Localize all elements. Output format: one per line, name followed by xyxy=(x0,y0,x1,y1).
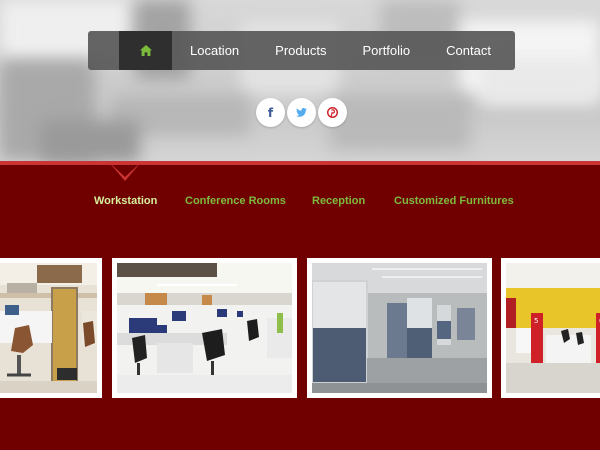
gallery-card-workstation[interactable] xyxy=(0,258,102,398)
section-notch xyxy=(108,161,142,181)
tab-workstation[interactable]: Workstation xyxy=(94,195,157,207)
gallery-card-reception[interactable]: 5 6 xyxy=(501,258,600,398)
tab-customized-furnitures[interactable]: Customized Furnitures xyxy=(394,195,514,207)
gallery-card-open-office[interactable] xyxy=(112,258,297,398)
open-office-photo xyxy=(117,263,292,393)
tab-conference-rooms[interactable]: Conference Rooms xyxy=(185,195,286,207)
partition-office-photo xyxy=(312,263,487,393)
category-tabs: Workstation Conference Rooms Reception C… xyxy=(0,195,600,215)
reception-photo: 5 6 xyxy=(506,263,600,393)
gallery-card-partition-office[interactable] xyxy=(307,258,492,398)
tab-reception[interactable]: Reception xyxy=(312,195,365,207)
workstation-photo xyxy=(0,263,97,393)
svg-text:5: 5 xyxy=(534,317,538,325)
